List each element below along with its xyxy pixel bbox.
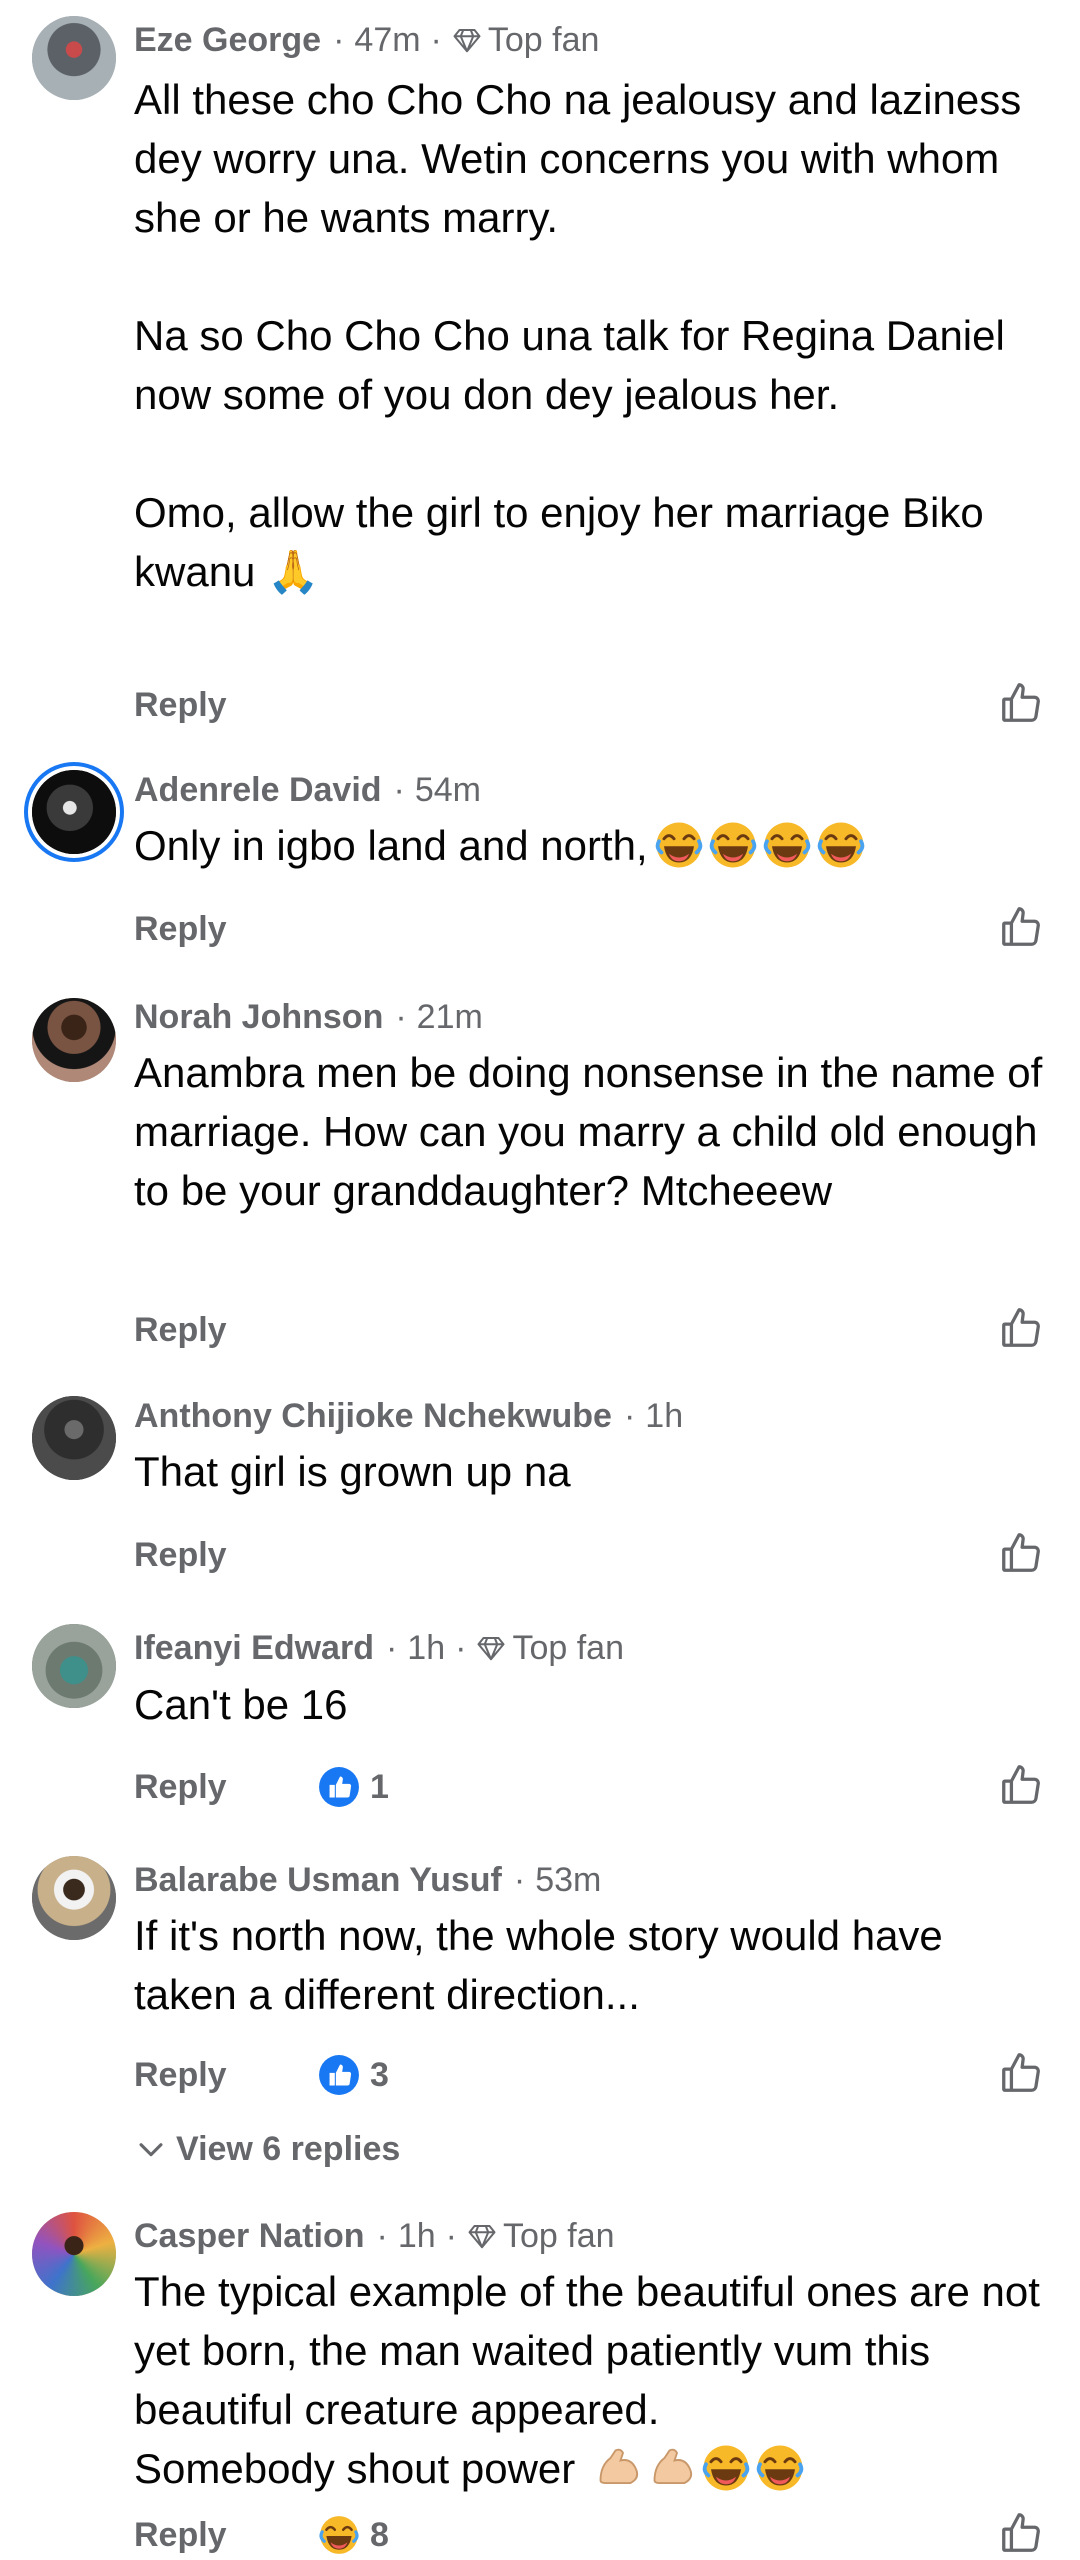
flexed-biceps-emoji-icon [653,2448,693,2484]
comment-text: If it's north now, the whole story would… [134,1912,955,2018]
avatar[interactable] [32,1624,116,1708]
comment-time[interactable]: 1h [645,1396,683,1436]
comment-actions: Reply 1 [134,1762,1044,1812]
comment-actions: Reply [134,1305,1044,1355]
like-icon[interactable] [998,2510,1044,2556]
comment-text: Anambra men be doing nonsense in the nam… [134,1049,1054,1214]
like-icon[interactable] [998,2050,1044,2096]
comment-actions: Reply 8 [134,2510,1044,2560]
like-icon[interactable] [998,1530,1044,1576]
comment-actions: Reply [134,904,1044,954]
view-replies-link[interactable]: View 6 replies [134,2124,400,2174]
haha-reaction-icon [318,2514,360,2556]
author-name[interactable]: Eze George [134,20,321,60]
comment-text: That girl is grown up na [134,1448,571,1495]
laughing-emoji-icon [755,2443,805,2493]
comment-meta: Balarabe Usman Yusuf · 53m [134,1860,611,1900]
laughing-emoji-icon [816,820,866,870]
meta-dot: · [333,21,345,59]
meta-dot: · [385,1629,398,1667]
comment-meta: Adenrele David · 54m [134,770,491,810]
top-fan-diamond-icon [476,1633,506,1663]
reaction-summary[interactable]: 1 [318,1766,389,1808]
laughing-emoji-icon [708,820,758,870]
meta-dot: · [513,1861,526,1899]
comment-time[interactable]: 54m [415,770,481,810]
meta-dot: · [445,2217,457,2255]
comment-time[interactable]: 53m [535,1860,601,1900]
like-icon[interactable] [998,1762,1044,1808]
like-icon[interactable] [998,904,1044,950]
comment-meta: Ifeanyi Edward · 1h · Top fan [134,1628,624,1668]
reaction-count: 1 [370,1767,389,1806]
like-reaction-icon [318,2054,360,2096]
top-fan-badge: Top fan [487,21,600,59]
laughing-emoji-icon [762,820,812,870]
comment-actions: Reply [134,680,1044,730]
comment-meta: Eze George · 47m · Top fan [134,20,599,60]
reply-button[interactable]: Reply [134,1530,227,1580]
top-fan-badge: Top fan [502,2217,615,2255]
avatar[interactable] [32,998,116,1082]
avatar[interactable] [32,770,116,854]
reaction-count: 3 [370,2055,389,2094]
comment-text: Can't be 16 [134,1681,348,1728]
reaction-summary[interactable]: 8 [318,2514,389,2556]
laughing-emoji-icon [701,2443,751,2493]
avatar[interactable] [32,16,116,100]
avatar[interactable] [32,2212,116,2296]
top-fan-diamond-icon [467,2221,497,2251]
author-name[interactable]: Casper Nation [134,2216,365,2256]
reply-button[interactable]: Reply [134,2050,227,2100]
comment-time[interactable]: 1h [407,1628,445,1668]
laughing-emoji-icon [654,820,704,870]
chevron-down-icon [139,2143,163,2157]
like-reaction-icon [318,1766,360,1808]
meta-dot: · [623,1397,636,1435]
reply-button[interactable]: Reply [134,904,227,954]
author-name[interactable]: Ifeanyi Edward [134,1628,374,1668]
like-icon[interactable] [998,680,1044,726]
comment-meta: Anthony Chijioke Nchekwube · 1h [134,1396,693,1436]
meta-dot: · [395,998,407,1036]
comment-time[interactable]: 1h [398,2216,436,2256]
reply-button[interactable]: Reply [134,1762,227,1812]
meta-dot: · [430,21,442,59]
comment-actions: Reply [134,1530,1044,1580]
reaction-summary[interactable]: 3 [318,2054,389,2096]
author-name[interactable]: Balarabe Usman Yusuf [134,1860,502,1900]
view-replies-label: View 6 replies [176,2130,401,2168]
comment-time[interactable]: 21m [417,997,483,1037]
comment-text: All these cho Cho Cho na jealousy and la… [134,76,1022,595]
flexed-biceps-emoji-icon [599,2448,639,2484]
meta-dot: · [393,771,405,809]
reply-button[interactable]: Reply [134,1305,227,1355]
top-fan-badge: Top fan [512,1629,624,1667]
comment-time[interactable]: 47m [354,20,420,60]
avatar[interactable] [32,1856,116,1940]
avatar[interactable] [32,1396,116,1480]
reaction-count: 8 [370,2515,389,2554]
comment-meta: Casper Nation · 1h · Top fan [134,2216,615,2256]
comment-meta: Norah Johnson · 21m [134,997,493,1037]
author-name[interactable]: Norah Johnson [134,997,383,1037]
comment-actions: Reply 3 [134,2050,1044,2100]
reply-button[interactable]: Reply [134,680,227,730]
meta-dot: · [376,2217,388,2255]
comment-text: Only in igbo land and north, [134,816,1044,875]
author-name[interactable]: Anthony Chijioke Nchekwube [134,1396,612,1436]
author-name[interactable]: Adenrele David [134,770,382,810]
reply-button[interactable]: Reply [134,2510,227,2560]
meta-dot: · [455,1629,467,1667]
top-fan-diamond-icon [452,25,482,55]
folded-hands-emoji: 🙏 [267,548,320,595]
like-icon[interactable] [998,1305,1044,1351]
comment-text: The typical example of the beautiful one… [134,2268,1040,2493]
